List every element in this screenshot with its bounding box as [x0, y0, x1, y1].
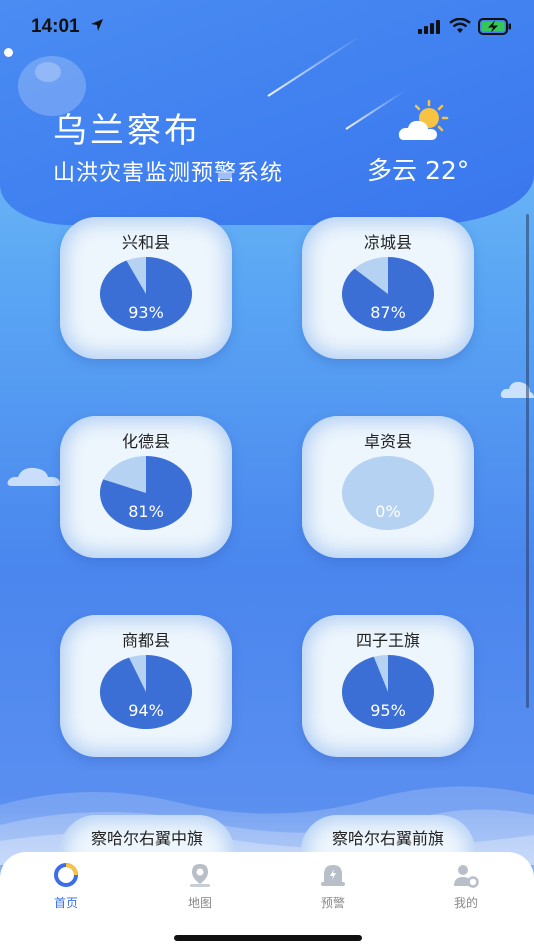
partly-cloudy-icon	[398, 100, 449, 140]
tab-label: 预警	[320, 896, 345, 910]
percent-label: 95%	[370, 701, 406, 720]
scrollbar[interactable]	[526, 214, 529, 708]
decorative-bubble	[35, 62, 61, 82]
county-name: 凉城县	[363, 233, 412, 252]
status-bar: 14:01	[0, 0, 534, 54]
tab-map[interactable]: 地图	[160, 862, 240, 911]
county-card[interactable]: 商都县 94%	[60, 615, 232, 757]
system-title: 山洪灾害监测预警系统	[53, 161, 284, 186]
county-name: 化德县	[121, 432, 170, 451]
home-indicator	[174, 935, 362, 941]
tab-alert[interactable]: 预警	[293, 862, 373, 911]
city-title: 乌兰察布	[53, 111, 201, 151]
percent-label: 87%	[370, 303, 406, 322]
county-card[interactable]: 四子王旗 95%	[302, 615, 474, 757]
county-name: 商都县	[121, 631, 170, 650]
location-arrow-icon	[91, 19, 103, 31]
alarm-icon	[321, 865, 345, 886]
battery-charging-icon	[478, 18, 511, 35]
county-name: 兴和县	[121, 233, 170, 252]
county-name: 察哈尔右翼前旗	[331, 829, 444, 848]
cellular-signal-icon	[418, 20, 440, 34]
county-name: 察哈尔右翼中旗	[90, 829, 203, 848]
weather-text: 多云 22°	[367, 156, 470, 185]
percent-label: 93%	[128, 303, 164, 322]
county-card[interactable]: 凉城县 87%	[302, 217, 474, 359]
wifi-icon	[449, 18, 471, 33]
map-pin-icon	[190, 864, 210, 887]
county-name: 四子王旗	[355, 631, 420, 650]
county-name: 卓资县	[363, 432, 412, 451]
status-time: 14:01	[31, 16, 80, 37]
tab-home[interactable]: 首页	[26, 862, 106, 911]
decorative-cloud	[7, 467, 61, 486]
tab-profile[interactable]: 我的	[426, 862, 506, 911]
county-card[interactable]: 卓资县 0%	[302, 416, 474, 558]
county-card[interactable]: 化德县 81%	[60, 416, 232, 558]
home-icon	[54, 863, 78, 887]
user-settings-icon	[454, 865, 479, 888]
header-banner: 乌兰察布 山洪灾害监测预警系统 多云 22° 14:01	[0, 0, 534, 225]
percent-label: 94%	[128, 701, 164, 720]
tab-label: 我的	[453, 896, 478, 910]
tab-label: 地图	[187, 896, 212, 910]
percent-label: 0%	[375, 502, 401, 521]
tab-label: 首页	[53, 896, 78, 910]
county-card[interactable]: 兴和县 93%	[60, 217, 232, 359]
percent-label: 81%	[128, 502, 164, 521]
